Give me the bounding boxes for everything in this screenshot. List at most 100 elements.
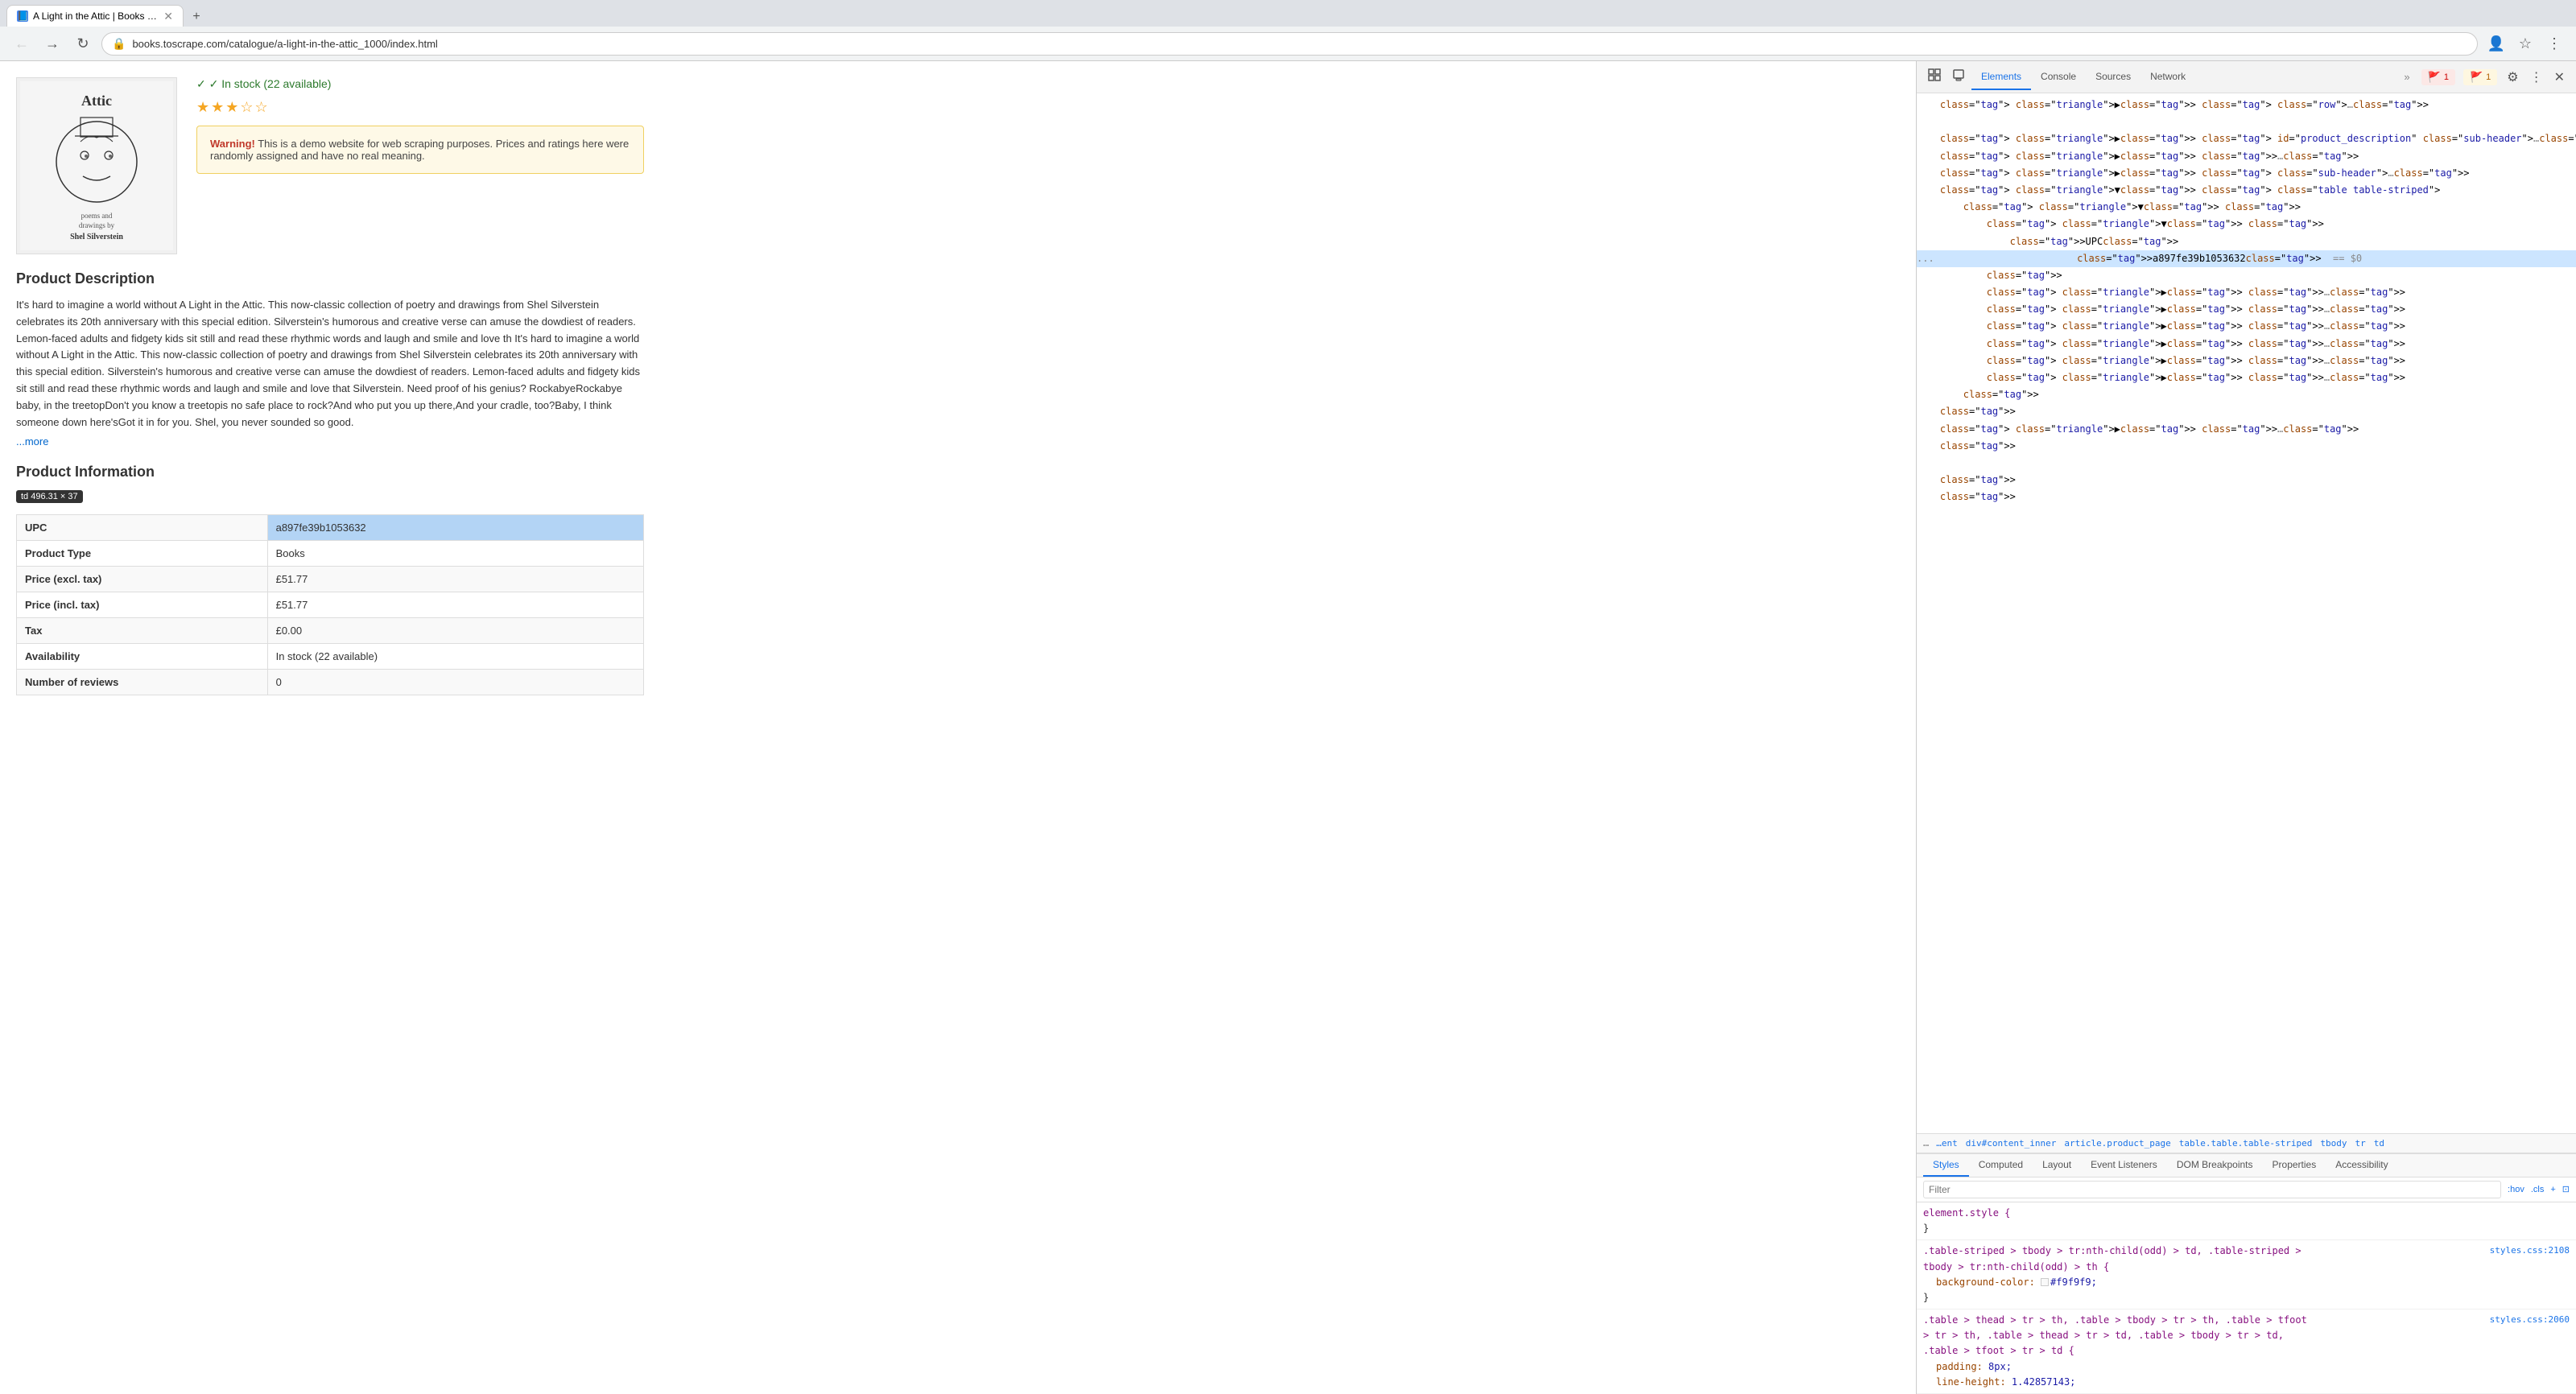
devtools-toolbar: Elements Console Sources Network » 🚩 1 🚩… — [1917, 61, 2576, 93]
tree-line[interactable]: class="tag"> class="triangle">▼class="ta… — [1917, 199, 2576, 216]
table-striped-selector2: tbody > tr:nth-child(odd) > th { — [1923, 1261, 2109, 1272]
properties-tab[interactable]: Properties — [2263, 1154, 2326, 1177]
product-table-label: Price (incl. tax) — [17, 592, 268, 618]
tree-line[interactable]: class="tag"> class="triangle">▶class="ta… — [1917, 336, 2576, 353]
forward-button[interactable]: → — [40, 31, 64, 56]
cls-button[interactable]: .cls — [2531, 1185, 2545, 1194]
book-header: Attic poems and drawings by — [16, 77, 644, 254]
tab-network[interactable]: Network — [2140, 64, 2195, 90]
tree-line[interactable]: class="tag">> — [1917, 489, 2576, 505]
element-style-selector: element.style { — [1923, 1207, 2010, 1219]
tree-line[interactable]: class="tag"> class="triangle">▶class="ta… — [1917, 130, 2576, 147]
breadcrumb-ellipsis: … — [1923, 1137, 1929, 1149]
tree-line[interactable]: class="tag"> class="triangle">▶class="ta… — [1917, 369, 2576, 386]
dom-breakpoints-tab[interactable]: DOM Breakpoints — [2167, 1154, 2263, 1177]
table-source[interactable]: styles.css:2060 — [2490, 1313, 2570, 1327]
tree-line[interactable]: class="tag"> class="triangle">▶class="ta… — [1917, 148, 2576, 165]
tree-line[interactable]: class="tag">> — [1917, 267, 2576, 284]
extensions-button[interactable]: ⋮ — [2542, 31, 2566, 56]
devtools-more-button[interactable]: ⋮ — [2525, 64, 2548, 90]
tree-line[interactable] — [1917, 113, 2576, 130]
active-tab[interactable]: 📘 A Light in the Attic | Books to... ✕ — [6, 5, 184, 27]
tree-line[interactable]: class="tag"> class="triangle">▶class="ta… — [1917, 165, 2576, 182]
book-image: Attic poems and drawings by — [16, 77, 177, 254]
tab-title: A Light in the Attic | Books to... — [33, 10, 159, 22]
checkmark-icon: ✓ — [196, 77, 206, 90]
styles-sub-tabs: Styles Computed Layout Event Listeners D… — [1917, 1154, 2576, 1177]
tab-sources[interactable]: Sources — [2086, 64, 2140, 90]
inspect-element-button[interactable] — [1923, 64, 1946, 90]
color-swatch[interactable] — [2041, 1278, 2049, 1286]
tree-line[interactable]: class="tag"> class="triangle">▶class="ta… — [1917, 318, 2576, 335]
table-striped-rule: .table-striped > tbody > tr:nth-child(od… — [1917, 1240, 2576, 1309]
devtools-close-button[interactable]: ✕ — [2549, 64, 2570, 90]
tab-close-button[interactable]: ✕ — [163, 10, 173, 22]
computed-tab[interactable]: Computed — [1969, 1154, 2033, 1177]
add-style-button[interactable]: + — [2550, 1185, 2555, 1194]
product-table-value: £0.00 — [267, 618, 643, 644]
styles-tab[interactable]: Styles — [1923, 1154, 1969, 1177]
breadcrumb-item[interactable]: article.product_page — [2062, 1137, 2173, 1149]
tree-line[interactable]: class="tag"> class="triangle">▼class="ta… — [1917, 216, 2576, 233]
refresh-button[interactable]: ↻ — [71, 31, 95, 56]
product-table-label: Number of reviews — [17, 670, 268, 695]
tree-line[interactable]: class="tag"> class="triangle">▶class="ta… — [1917, 301, 2576, 318]
tree-line[interactable]: class="tag"> class="triangle">▶class="ta… — [1917, 97, 2576, 113]
product-information-section: Product Information td 496.31 × 37 UPCa8… — [16, 464, 644, 695]
breadcrumb-bar: … …ent div#content_inner article.product… — [1917, 1133, 2576, 1153]
page-inner: Attic poems and drawings by — [0, 61, 660, 711]
tree-line[interactable]: class="tag"> class="triangle">▶class="ta… — [1917, 353, 2576, 369]
more-link[interactable]: ...more — [16, 435, 48, 447]
tree-line[interactable]: ... class="tag">>a897fe39b1053632class="… — [1917, 250, 2576, 267]
breadcrumb-item[interactable]: td — [2372, 1137, 2387, 1149]
product-information-heading: Product Information — [16, 464, 644, 480]
event-listeners-tab[interactable]: Event Listeners — [2081, 1154, 2167, 1177]
layout-tab[interactable]: Layout — [2033, 1154, 2081, 1177]
table-striped-source[interactable]: styles.css:2108 — [2490, 1243, 2570, 1258]
stock-text: ✓ In stock (22 available) — [209, 77, 332, 90]
tree-line[interactable]: class="tag"> class="triangle">▶class="ta… — [1917, 421, 2576, 438]
tab-elements[interactable]: Elements — [1971, 64, 2031, 90]
tree-line[interactable]: class="tag">> — [1917, 386, 2576, 403]
breadcrumb-item[interactable]: …ent — [1934, 1137, 1960, 1149]
tab-console[interactable]: Console — [2031, 64, 2086, 90]
bookmark-button[interactable]: ☆ — [2513, 31, 2537, 56]
device-toolbar-button[interactable] — [1947, 64, 1970, 90]
padding-prop: padding: 8px; — [1923, 1361, 2012, 1372]
address-bar[interactable]: 🔒 books.toscrape.com/catalogue/a-light-i… — [101, 32, 2478, 56]
tree-line[interactable]: class="tag">>UPCclass="tag">> — [1917, 233, 2576, 250]
page-content: Attic poems and drawings by — [0, 61, 1916, 1394]
product-table-row: AvailabilityIn stock (22 available) — [17, 644, 644, 670]
table-striped-close: } — [1923, 1292, 1929, 1303]
product-table-row: Product TypeBooks — [17, 541, 644, 567]
hov-button[interactable]: :hov — [2508, 1185, 2524, 1194]
tree-line[interactable] — [1917, 455, 2576, 472]
error-count-badge[interactable]: 🚩 1 — [2421, 69, 2455, 85]
styles-filter-input[interactable] — [1923, 1181, 2501, 1198]
html-tree[interactable]: class="tag"> class="triangle">▶class="ta… — [1917, 93, 2576, 1133]
breadcrumb-item[interactable]: tbody — [2318, 1137, 2349, 1149]
product-table-row: Number of reviews0 — [17, 670, 644, 695]
product-description-section: Product Description It's hard to imagine… — [16, 270, 644, 447]
tree-line[interactable]: class="tag"> class="triangle">▶class="ta… — [1917, 284, 2576, 301]
svg-text:Attic: Attic — [81, 93, 112, 109]
warning-count-badge[interactable]: 🚩 1 — [2463, 69, 2497, 85]
devtools-panel: Elements Console Sources Network » 🚩 1 🚩… — [1916, 61, 2576, 1394]
user-profile-button[interactable]: 👤 — [2484, 31, 2508, 56]
new-rule-button[interactable]: ⊡ — [2562, 1184, 2570, 1194]
new-tab-button[interactable]: + — [187, 7, 206, 27]
breadcrumb-item[interactable]: div#content_inner — [1963, 1137, 2059, 1149]
tree-line[interactable]: class="tag">> — [1917, 403, 2576, 420]
product-table-value: 0 — [267, 670, 643, 695]
accessibility-tab[interactable]: Accessibility — [2326, 1154, 2397, 1177]
devtools-tabs: Elements Console Sources Network — [1971, 64, 2396, 90]
tree-line[interactable]: class="tag">> — [1917, 438, 2576, 455]
breadcrumb-item[interactable]: table.table.table-striped — [2177, 1137, 2315, 1149]
product-table-body: UPCa897fe39b1053632Product TypeBooksPric… — [17, 515, 644, 695]
breadcrumb-item[interactable]: tr — [2352, 1137, 2368, 1149]
more-tabs-button[interactable]: » — [2397, 66, 2416, 88]
back-button[interactable]: ← — [10, 31, 34, 56]
devtools-settings-button[interactable]: ⚙ — [2502, 64, 2523, 90]
tree-line[interactable]: class="tag">> — [1917, 472, 2576, 489]
tree-line[interactable]: class="tag"> class="triangle">▼class="ta… — [1917, 182, 2576, 199]
